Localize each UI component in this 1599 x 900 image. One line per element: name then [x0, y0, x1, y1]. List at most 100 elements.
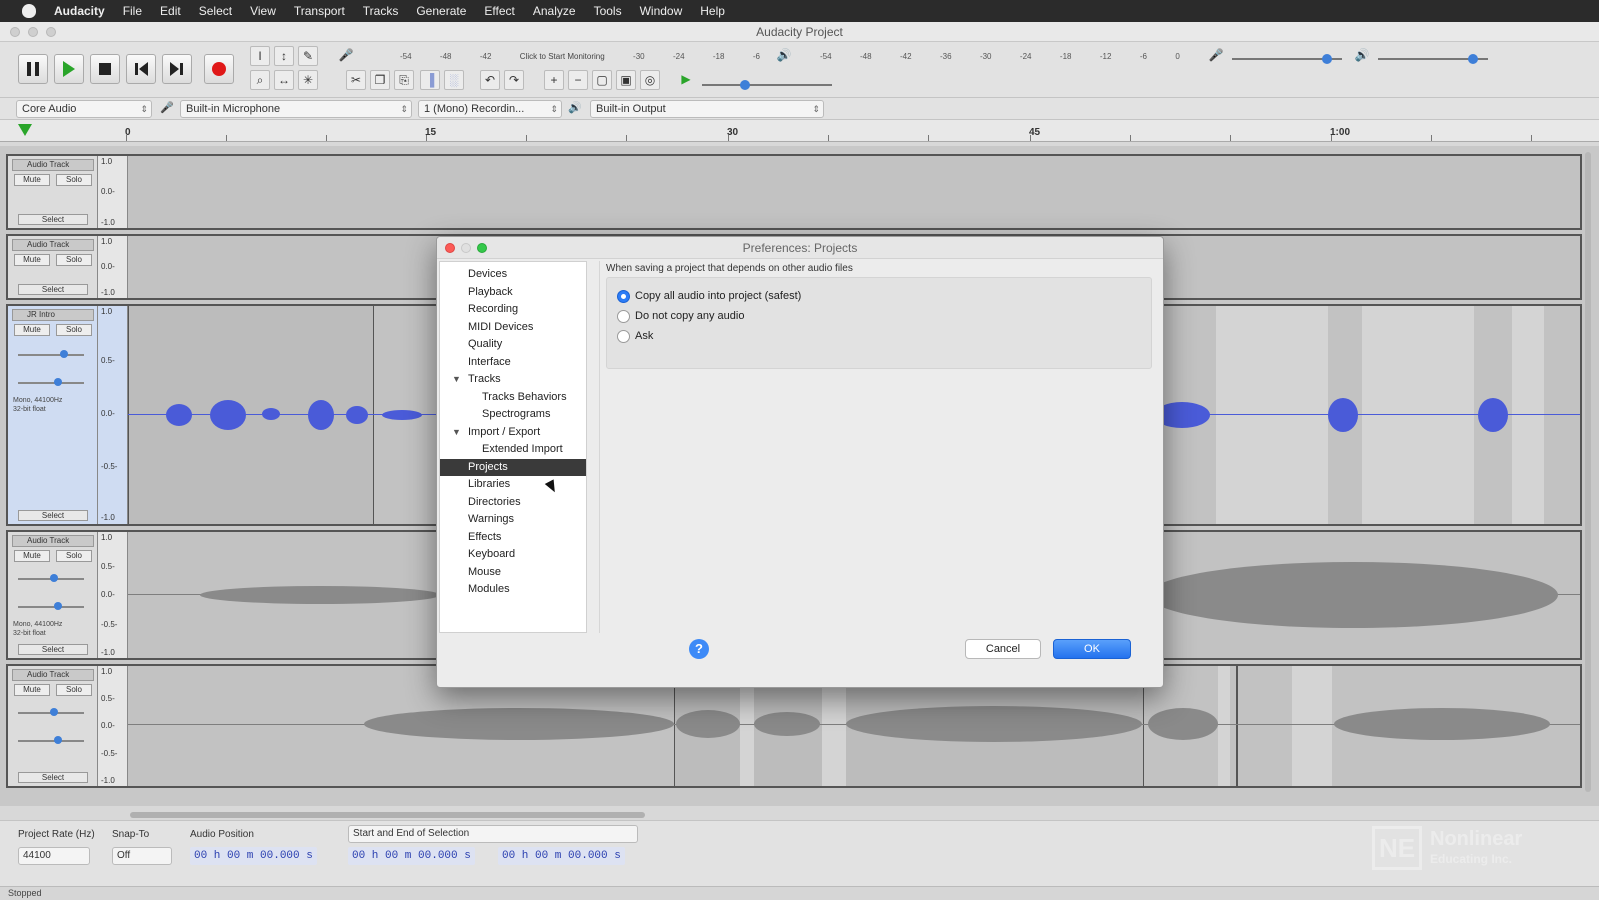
record-button[interactable] — [204, 54, 234, 84]
zoom-in-icon[interactable]: + — [544, 70, 564, 90]
track-control-panel[interactable]: JR Intro Mute Solo Mono, 44100Hz 32-bit … — [8, 306, 98, 524]
zoom-toggle-icon[interactable]: ◎ — [640, 70, 660, 90]
gain-slider[interactable] — [18, 350, 84, 358]
track-name-menu[interactable]: JR Intro — [12, 309, 94, 321]
pref-nav-mouse[interactable]: Mouse — [440, 564, 586, 581]
draw-tool-icon[interactable]: ✎ — [298, 46, 318, 66]
trim-icon[interactable]: ▐ — [420, 70, 440, 90]
ask-radio[interactable]: Ask — [617, 328, 653, 344]
track-control-panel[interactable]: Audio Track Mute Solo Select — [8, 666, 98, 786]
record-meter-scale[interactable]: -54 -48 -42 Click to Start Monitoring -3… — [400, 48, 760, 64]
mute-button[interactable]: Mute — [14, 684, 50, 696]
menu-effect[interactable]: Effect — [484, 4, 514, 18]
select-button[interactable]: Select — [18, 284, 88, 295]
play-head-icon[interactable] — [18, 124, 32, 136]
zoom-tool-icon[interactable]: ⌕ — [250, 70, 270, 90]
playback-meter-scale[interactable]: -54 -48 -42 -36 -30 -24 -18 -12 -6 0 — [820, 48, 1180, 64]
envelope-tool-icon[interactable]: ↕ — [274, 46, 294, 66]
pref-nav-midi-devices[interactable]: MIDI Devices — [440, 319, 586, 336]
pref-nav-projects[interactable]: Projects — [440, 458, 586, 476]
slider-thumb[interactable] — [50, 574, 58, 582]
help-button[interactable]: ? — [689, 639, 709, 659]
menu-help[interactable]: Help — [700, 4, 725, 18]
track-name-menu[interactable]: Audio Track — [12, 669, 94, 681]
copy-all-audio-radio[interactable]: Copy all audio into project (safest) — [617, 288, 801, 304]
slider-thumb[interactable] — [740, 80, 750, 90]
recording-channels-select[interactable]: 1 (Mono) Recordin... — [418, 100, 562, 118]
menu-app-name[interactable]: Audacity — [54, 4, 105, 18]
undo-icon[interactable]: ↶ — [480, 70, 500, 90]
record-meter-mic-icon[interactable]: 🎤 — [336, 46, 356, 66]
menu-file[interactable]: File — [123, 4, 142, 18]
audio-clip[interactable] — [128, 306, 374, 524]
timeline-ruler[interactable]: 0 15 30 45 1:00 — [0, 120, 1599, 142]
selection-tool-icon[interactable]: I — [250, 46, 270, 66]
menu-tracks[interactable]: Tracks — [363, 4, 399, 18]
pref-nav-libraries[interactable]: Libraries — [440, 476, 586, 493]
audio-position-field[interactable]: 00 h 00 m 00.000 s — [190, 847, 317, 865]
multi-tool-icon[interactable]: ✳ — [298, 70, 318, 90]
play-at-speed-slider[interactable] — [702, 80, 832, 90]
snap-to-select[interactable]: Off — [112, 847, 172, 865]
audio-host-select[interactable]: Core Audio — [16, 100, 152, 118]
menu-transport[interactable]: Transport — [294, 4, 345, 18]
stop-button[interactable] — [90, 54, 120, 84]
select-button[interactable]: Select — [18, 644, 88, 655]
audio-clip[interactable] — [1216, 306, 1328, 524]
pref-nav-import-export[interactable]: ▼ Import / Export — [440, 424, 586, 441]
pref-nav-keyboard[interactable]: Keyboard — [440, 546, 586, 563]
minimize-window-button[interactable] — [28, 27, 38, 37]
solo-button[interactable]: Solo — [56, 324, 92, 336]
pause-button[interactable] — [18, 54, 48, 84]
track-name-menu[interactable]: Audio Track — [12, 535, 94, 547]
zoom-out-icon[interactable]: − — [568, 70, 588, 90]
gain-slider[interactable] — [18, 708, 84, 716]
playback-meter-speaker-icon[interactable]: 🔊 — [774, 46, 794, 66]
pan-slider[interactable] — [18, 378, 84, 386]
slider-thumb[interactable] — [54, 602, 62, 610]
recording-device-select[interactable]: Built-in Microphone — [180, 100, 412, 118]
pref-nav-spectrograms[interactable]: Spectrograms — [440, 406, 586, 423]
playback-volume-slider[interactable] — [1378, 54, 1488, 64]
pref-nav-extended-import[interactable]: Extended Import — [440, 441, 586, 458]
audio-track[interactable]: Audio Track Mute Solo Select 1.0 0.0- -1… — [6, 154, 1582, 230]
track-name-menu[interactable]: Audio Track — [12, 159, 94, 171]
audio-clip[interactable] — [1362, 306, 1474, 524]
skip-to-end-button[interactable] — [162, 54, 192, 84]
solo-button[interactable]: Solo — [56, 550, 92, 562]
select-button[interactable]: Select — [18, 214, 88, 225]
mute-button[interactable]: Mute — [14, 550, 50, 562]
copy-icon[interactable]: ❐ — [370, 70, 390, 90]
selection-end-field[interactable]: 00 h 00 m 00.000 s — [498, 847, 625, 865]
audio-clip[interactable] — [1292, 666, 1332, 786]
gain-slider[interactable] — [18, 574, 84, 582]
monitor-label[interactable]: Click to Start Monitoring — [520, 52, 605, 61]
select-button[interactable]: Select — [18, 772, 88, 783]
pref-nav-quality[interactable]: Quality — [440, 336, 586, 353]
play-button[interactable] — [54, 54, 84, 84]
menu-select[interactable]: Select — [199, 4, 232, 18]
menu-analyze[interactable]: Analyze — [533, 4, 576, 18]
horizontal-scrollbar[interactable] — [130, 812, 645, 818]
playback-device-select[interactable]: Built-in Output — [590, 100, 824, 118]
audio-clip[interactable] — [1512, 306, 1544, 524]
selection-start-field[interactable]: 00 h 00 m 00.000 s — [348, 847, 475, 865]
pref-nav-devices[interactable]: Devices — [440, 266, 586, 283]
pref-nav-tracks[interactable]: ▼ Tracks — [440, 371, 586, 388]
dialog-zoom-button[interactable] — [477, 243, 487, 253]
audio-clip[interactable] — [1218, 666, 1230, 786]
pref-nav-effects[interactable]: Effects — [440, 529, 586, 546]
selection-mode-select[interactable]: Start and End of Selection — [348, 825, 638, 843]
disclosure-triangle-icon[interactable]: ▼ — [452, 424, 461, 441]
paste-icon[interactable]: ⎘ — [394, 70, 414, 90]
solo-button[interactable]: Solo — [56, 254, 92, 266]
pref-nav-tracks-behaviors[interactable]: Tracks Behaviors — [440, 389, 586, 406]
silence-icon[interactable]: ░ — [444, 70, 464, 90]
solo-button[interactable]: Solo — [56, 174, 92, 186]
fit-project-icon[interactable]: ▣ — [616, 70, 636, 90]
select-button[interactable]: Select — [18, 510, 88, 521]
project-rate-select[interactable]: 44100 — [18, 847, 90, 865]
pref-nav-recording[interactable]: Recording — [440, 301, 586, 318]
slider-thumb[interactable] — [50, 708, 58, 716]
fit-selection-icon[interactable]: ▢ — [592, 70, 612, 90]
